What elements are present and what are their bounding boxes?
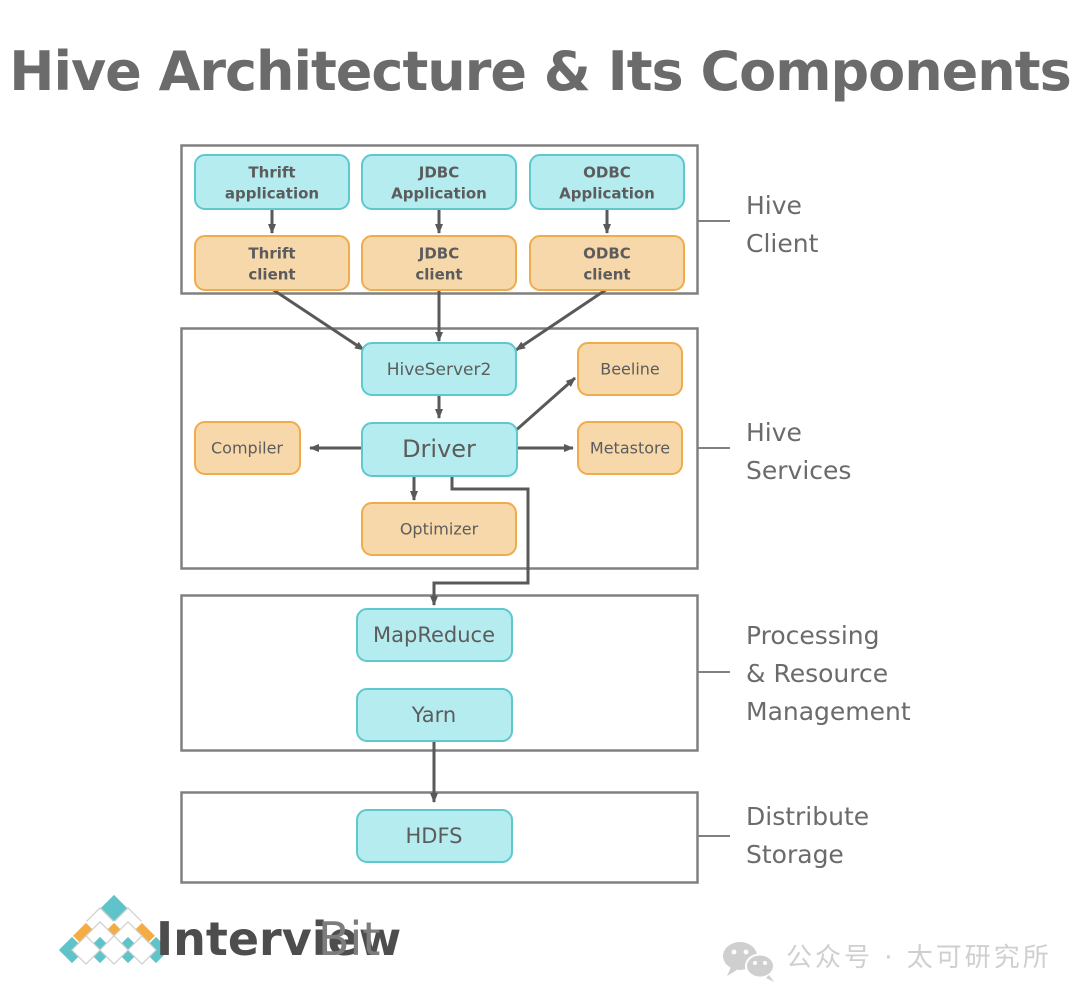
section-label-line: Distribute [746, 802, 869, 831]
node-label: client [583, 266, 630, 284]
arrow-driver-to-beeline [513, 376, 576, 434]
node-mapreduce[interactable]: MapReduce [356, 608, 513, 662]
section-label-line: Management [746, 697, 911, 726]
node-label: JDBC [418, 164, 459, 182]
section-label-line: Processing [746, 621, 880, 650]
node-label: JDBC [418, 245, 459, 263]
section-label-line: Client [746, 229, 819, 258]
node-odbc-client[interactable]: ODBC client [529, 235, 685, 291]
node-label: Application [391, 185, 487, 203]
arrow-thrift-client-to-hiveserver2 [271, 287, 365, 352]
node-label: Yarn [411, 703, 456, 727]
hive-architecture-diagram: Thrift application JDBC Application ODBC… [56, 144, 1052, 982]
node-label: client [415, 266, 462, 284]
node-label: Compiler [211, 439, 283, 458]
node-jdbc-application[interactable]: JDBC Application [361, 154, 517, 210]
watermark: 公众号 · 太可研究所 [723, 942, 1052, 982]
section-label-line: Services [746, 456, 851, 485]
logo-wordmark-bit: Bit [318, 912, 380, 966]
node-thrift-application[interactable]: Thrift application [194, 154, 350, 210]
node-label: Thrift [248, 245, 295, 263]
node-label: HiveServer2 [387, 360, 492, 380]
section-label-hive-services: Hive Services [746, 418, 851, 485]
section-label-processing: Processing & Resource Management [746, 621, 911, 726]
node-hiveserver2[interactable]: HiveServer2 [361, 342, 517, 396]
node-driver[interactable]: Driver [361, 422, 518, 477]
node-optimizer[interactable]: Optimizer [361, 502, 517, 556]
section-label-line: & Resource [746, 659, 888, 688]
node-label: Metastore [590, 439, 670, 458]
wechat-icon [723, 942, 775, 982]
node-label: application [225, 185, 319, 203]
node-label: client [248, 266, 295, 284]
node-hdfs[interactable]: HDFS [356, 809, 513, 863]
node-thrift-client[interactable]: Thrift client [194, 235, 350, 291]
node-yarn[interactable]: Yarn [356, 688, 513, 742]
section-label-hive-client: Hive Client [746, 191, 819, 258]
node-beeline[interactable]: Beeline [577, 342, 683, 396]
node-jdbc-client[interactable]: JDBC client [361, 235, 517, 291]
node-label: ODBC [583, 245, 631, 263]
node-label: Application [559, 185, 655, 203]
logo-diamond-mark [56, 892, 172, 966]
section-label-line: Storage [746, 840, 844, 869]
node-compiler[interactable]: Compiler [194, 421, 301, 475]
node-label: HDFS [405, 824, 462, 848]
section-label-storage: Distribute Storage [746, 802, 869, 869]
interviewbit-logo[interactable]: Interview Bit [56, 892, 401, 966]
section-label-line: Hive [746, 418, 802, 447]
node-metastore[interactable]: Metastore [577, 421, 683, 475]
node-odbc-application[interactable]: ODBC Application [529, 154, 685, 210]
node-label: Driver [402, 435, 476, 463]
node-label: Thrift [248, 164, 295, 182]
node-label: MapReduce [373, 623, 495, 647]
section-label-line: Hive [746, 191, 802, 220]
watermark-label: 公众号 · 太可研究所 [786, 943, 1052, 973]
node-label: Optimizer [400, 520, 479, 539]
node-label: ODBC [583, 164, 631, 182]
arrow-odbc-client-to-hiveserver2 [515, 287, 608, 352]
node-label: Beeline [600, 360, 660, 379]
